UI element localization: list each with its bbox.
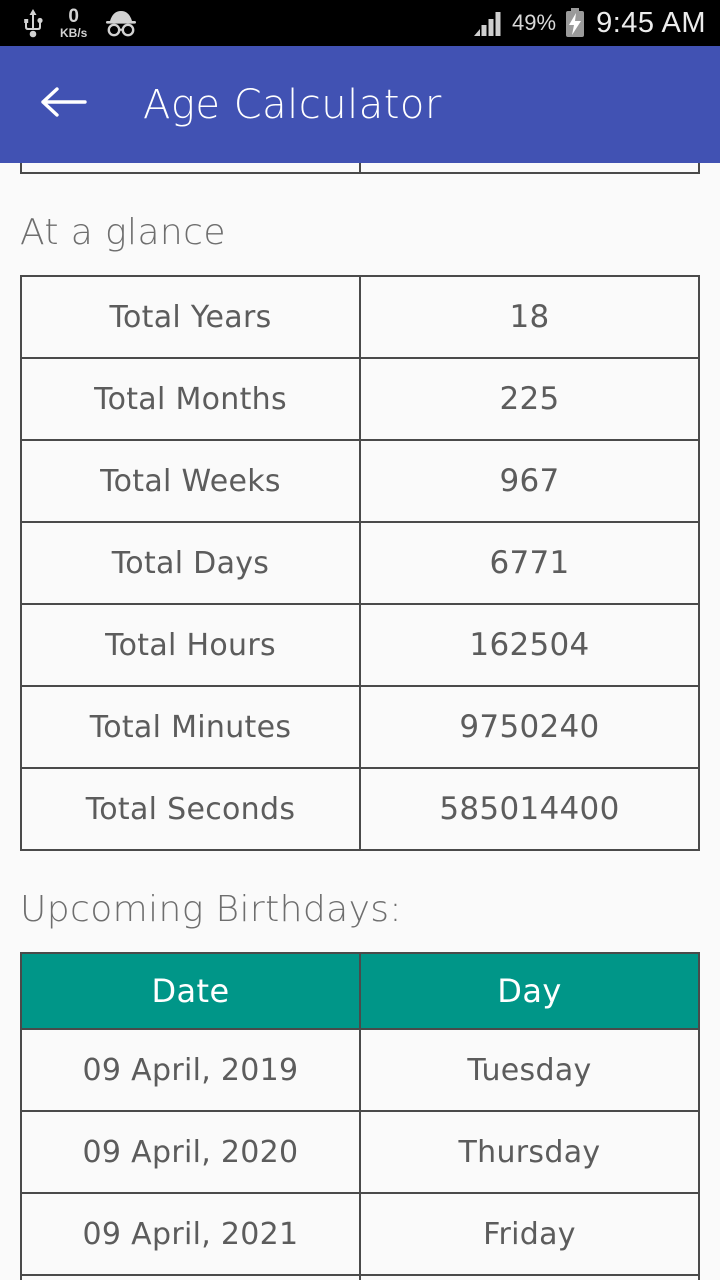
upcoming-birthdays-table: Date Day 09 April, 2019 Tuesday 09 April…	[20, 952, 700, 1280]
table-row	[20, 163, 700, 174]
at-a-glance-heading: At a glance	[20, 212, 226, 253]
table-row: Total Hours 162504	[20, 603, 700, 687]
birthday-day: Tuesday	[359, 1028, 700, 1112]
battery-charging-icon	[564, 8, 586, 38]
row-label: Total Hours	[20, 603, 361, 687]
row-label: Total Days	[20, 521, 361, 605]
page-title: Age Calculator	[143, 81, 442, 128]
table-row: Total Years 18	[20, 275, 700, 359]
signal-bars-icon	[474, 10, 504, 36]
table-row: Total Minutes 9750240	[20, 685, 700, 769]
table-row	[20, 1274, 700, 1280]
column-header-date: Date	[20, 952, 361, 1030]
row-label: Total Seconds	[20, 767, 361, 851]
table-row: 09 April, 2021 Friday	[20, 1192, 700, 1276]
scroll-content[interactable]: At a glance Total Years 18 Total Months …	[0, 163, 720, 1280]
table-row: Total Months 225	[20, 357, 700, 441]
network-speed-unit: KB/s	[60, 26, 88, 40]
birthday-day	[359, 1274, 700, 1280]
birthday-day: Friday	[359, 1192, 700, 1276]
birthday-date: 09 April, 2020	[20, 1110, 361, 1194]
birthday-date	[20, 1274, 361, 1280]
partial-table-above	[20, 163, 700, 174]
row-value: 6771	[359, 521, 700, 605]
birthday-day: Thursday	[359, 1110, 700, 1194]
network-speed-value: 0	[68, 6, 79, 27]
row-label: Total Months	[20, 357, 361, 441]
birthdays-thead: Date Day	[20, 952, 700, 1030]
upcoming-birthdays-heading: Upcoming Birthdays:	[20, 889, 402, 930]
partial-cell-right	[359, 163, 700, 174]
row-value: 18	[359, 275, 700, 359]
incognito-icon	[103, 9, 139, 37]
table-row: 09 April, 2019 Tuesday	[20, 1028, 700, 1112]
table-header-row: Date Day	[20, 952, 700, 1030]
birthdays-tbody: 09 April, 2019 Tuesday 09 April, 2020 Th…	[20, 1028, 700, 1280]
back-button[interactable]	[35, 77, 91, 133]
usb-icon	[22, 8, 44, 38]
battery-percent-label: 49%	[512, 10, 557, 35]
row-value: 225	[359, 357, 700, 441]
row-label: Total Weeks	[20, 439, 361, 523]
table-row: Total Weeks 967	[20, 439, 700, 523]
row-label: Total Minutes	[20, 685, 361, 769]
network-speed-indicator: 0 KB/s	[60, 7, 87, 39]
app-bar: Age Calculator	[0, 46, 720, 163]
row-value: 967	[359, 439, 700, 523]
birthday-date: 09 April, 2019	[20, 1028, 361, 1112]
status-bar: 0 KB/s 49% 9:45 AM	[0, 0, 720, 46]
table-row: Total Seconds 585014400	[20, 767, 700, 851]
row-label: Total Years	[20, 275, 361, 359]
back-arrow-icon	[39, 84, 87, 125]
table-row: 09 April, 2020 Thursday	[20, 1110, 700, 1194]
clock-label: 9:45 AM	[596, 6, 706, 39]
at-a-glance-tbody: Total Years 18 Total Months 225 Total We…	[20, 275, 700, 851]
status-bar-left: 0 KB/s	[22, 7, 139, 39]
status-bar-right: 49% 9:45 AM	[474, 7, 706, 40]
column-header-day: Day	[359, 952, 700, 1030]
partial-cell-left	[20, 163, 361, 174]
at-a-glance-table: Total Years 18 Total Months 225 Total We…	[20, 275, 700, 851]
birthday-date: 09 April, 2021	[20, 1192, 361, 1276]
row-value: 162504	[359, 603, 700, 687]
table-row: Total Days 6771	[20, 521, 700, 605]
row-value: 585014400	[359, 767, 700, 851]
row-value: 9750240	[359, 685, 700, 769]
